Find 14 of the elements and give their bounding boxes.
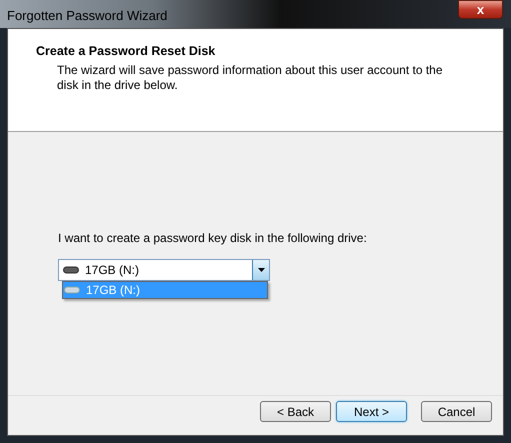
close-button[interactable]: x	[458, 0, 503, 19]
combobox-value: 17GB (N:)	[85, 262, 140, 279]
wizard-button[interactable]: < Back	[260, 401, 331, 422]
wizard-button[interactable]: Cancel	[421, 401, 492, 422]
drive-icon	[64, 286, 80, 294]
dropdown-button[interactable]	[252, 260, 269, 280]
page-description: The wizard will save password information about this user account to the disk in the drive below.	[56, 62, 444, 93]
page-heading: Create a Password Reset Disk	[36, 43, 216, 60]
drive-prompt: I want to create a password key disk in the following drive:	[58, 230, 367, 247]
window-title: Forgotten Password Wizard	[7, 7, 168, 25]
drive-icon	[63, 266, 79, 274]
caret-icon	[258, 268, 264, 272]
drive-combobox[interactable]: 17GB (N:)	[58, 259, 270, 281]
wizard-button[interactable]: Next >	[336, 401, 407, 422]
